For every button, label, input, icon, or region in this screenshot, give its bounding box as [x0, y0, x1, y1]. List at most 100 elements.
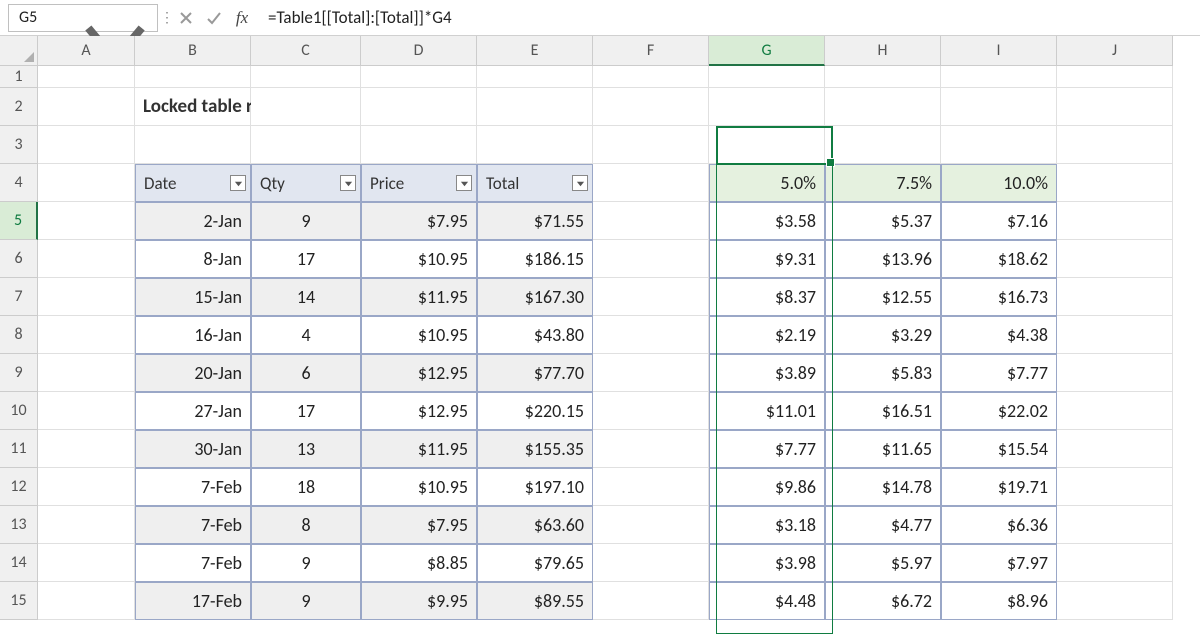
percent-header-0[interactable]: 5.0%: [709, 164, 825, 202]
table-cell-total-5[interactable]: $71.55: [477, 202, 593, 240]
result-cell-I9[interactable]: $7.77: [941, 354, 1057, 392]
table-cell-price-5[interactable]: $7.95: [361, 202, 477, 240]
table-cell-price-11[interactable]: $11.95: [361, 430, 477, 468]
result-cell-G9[interactable]: $3.89: [709, 354, 825, 392]
table-cell-date-6[interactable]: 8-Jan: [135, 240, 251, 278]
table-header-total[interactable]: Total: [477, 164, 593, 202]
cell-J7[interactable]: [1057, 278, 1173, 316]
table-cell-qty-10[interactable]: 17: [251, 392, 361, 430]
table-cell-price-10[interactable]: $12.95: [361, 392, 477, 430]
cell-A9[interactable]: [38, 354, 135, 392]
result-cell-G8[interactable]: $2.19: [709, 316, 825, 354]
row-header-3[interactable]: 3: [0, 126, 38, 164]
table-cell-total-7[interactable]: $167.30: [477, 278, 593, 316]
column-header-D[interactable]: D: [361, 36, 477, 66]
table-cell-date-7[interactable]: 15-Jan: [135, 278, 251, 316]
table-cell-qty-14[interactable]: 9: [251, 544, 361, 582]
enter-icon[interactable]: [200, 4, 228, 32]
table-cell-total-11[interactable]: $155.35: [477, 430, 593, 468]
cell-J13[interactable]: [1057, 506, 1173, 544]
table-cell-total-14[interactable]: $79.65: [477, 544, 593, 582]
cell-J11[interactable]: [1057, 430, 1173, 468]
column-header-H[interactable]: H: [825, 36, 941, 66]
cell-D1[interactable]: [361, 66, 477, 88]
table-header-qty[interactable]: Qty: [251, 164, 361, 202]
result-cell-G14[interactable]: $3.98: [709, 544, 825, 582]
result-cell-I7[interactable]: $16.73: [941, 278, 1057, 316]
cell-E1[interactable]: [477, 66, 593, 88]
row-header-13[interactable]: 13: [0, 506, 38, 544]
cell-F15[interactable]: [593, 582, 709, 620]
table-cell-qty-15[interactable]: 9: [251, 582, 361, 620]
cell-J12[interactable]: [1057, 468, 1173, 506]
cell-D3[interactable]: [361, 126, 477, 164]
cell-G1[interactable]: [709, 66, 825, 88]
cell-F7[interactable]: [593, 278, 709, 316]
table-cell-qty-8[interactable]: 4: [251, 316, 361, 354]
cell-F10[interactable]: [593, 392, 709, 430]
cell-D2[interactable]: [361, 88, 477, 126]
table-header-date[interactable]: Date: [135, 164, 251, 202]
cell-A6[interactable]: [38, 240, 135, 278]
cell-H1[interactable]: [825, 66, 941, 88]
cell-J9[interactable]: [1057, 354, 1173, 392]
result-cell-H5[interactable]: $5.37: [825, 202, 941, 240]
cell-F14[interactable]: [593, 544, 709, 582]
cell-B3[interactable]: [135, 126, 251, 164]
table-cell-qty-5[interactable]: 9: [251, 202, 361, 240]
row-header-10[interactable]: 10: [0, 392, 38, 430]
cell-C2[interactable]: [251, 88, 361, 126]
row-header-2[interactable]: 2: [0, 88, 38, 126]
result-cell-H12[interactable]: $14.78: [825, 468, 941, 506]
cell-I3[interactable]: [941, 126, 1057, 164]
row-header-14[interactable]: 14: [0, 544, 38, 582]
table-cell-qty-9[interactable]: 6: [251, 354, 361, 392]
table-cell-date-11[interactable]: 30-Jan: [135, 430, 251, 468]
result-cell-H6[interactable]: $13.96: [825, 240, 941, 278]
result-cell-I15[interactable]: $8.96: [941, 582, 1057, 620]
row-header-6[interactable]: 6: [0, 240, 38, 278]
result-cell-G12[interactable]: $9.86: [709, 468, 825, 506]
result-cell-G7[interactable]: $8.37: [709, 278, 825, 316]
cell-A7[interactable]: [38, 278, 135, 316]
column-header-I[interactable]: I: [941, 36, 1057, 66]
table-cell-total-13[interactable]: $63.60: [477, 506, 593, 544]
result-cell-I6[interactable]: $18.62: [941, 240, 1057, 278]
cell-E2[interactable]: [477, 88, 593, 126]
row-header-4[interactable]: 4: [0, 164, 38, 202]
column-header-G[interactable]: G: [709, 36, 825, 66]
fx-icon[interactable]: fx: [228, 4, 256, 32]
cell-F9[interactable]: [593, 354, 709, 392]
cell-G3[interactable]: [709, 126, 825, 164]
table-cell-total-10[interactable]: $220.15: [477, 392, 593, 430]
cell-A15[interactable]: [38, 582, 135, 620]
table-cell-total-8[interactable]: $43.80: [477, 316, 593, 354]
table-cell-date-13[interactable]: 7-Feb: [135, 506, 251, 544]
row-header-7[interactable]: 7: [0, 278, 38, 316]
cell-J1[interactable]: [1057, 66, 1173, 88]
cell-I1[interactable]: [941, 66, 1057, 88]
percent-header-1[interactable]: 7.5%: [825, 164, 941, 202]
cell-F2[interactable]: [593, 88, 709, 126]
table-cell-date-10[interactable]: 27-Jan: [135, 392, 251, 430]
row-header-11[interactable]: 11: [0, 430, 38, 468]
name-box[interactable]: G5: [8, 4, 158, 32]
table-cell-date-12[interactable]: 7-Feb: [135, 468, 251, 506]
table-cell-qty-6[interactable]: 17: [251, 240, 361, 278]
cell-A4[interactable]: [38, 164, 135, 202]
result-cell-I5[interactable]: $7.16: [941, 202, 1057, 240]
cell-A8[interactable]: [38, 316, 135, 354]
table-cell-price-15[interactable]: $9.95: [361, 582, 477, 620]
cell-J3[interactable]: [1057, 126, 1173, 164]
cell-H2[interactable]: [825, 88, 941, 126]
result-cell-G15[interactable]: $4.48: [709, 582, 825, 620]
table-cell-price-14[interactable]: $8.85: [361, 544, 477, 582]
row-header-9[interactable]: 9: [0, 354, 38, 392]
filter-dropdown-icon[interactable]: [456, 175, 472, 191]
cell-F4[interactable]: [593, 164, 709, 202]
result-cell-G5[interactable]: $3.58: [709, 202, 825, 240]
row-header-8[interactable]: 8: [0, 316, 38, 354]
cell-J4[interactable]: [1057, 164, 1173, 202]
table-cell-price-13[interactable]: $7.95: [361, 506, 477, 544]
cell-B1[interactable]: [135, 66, 251, 88]
